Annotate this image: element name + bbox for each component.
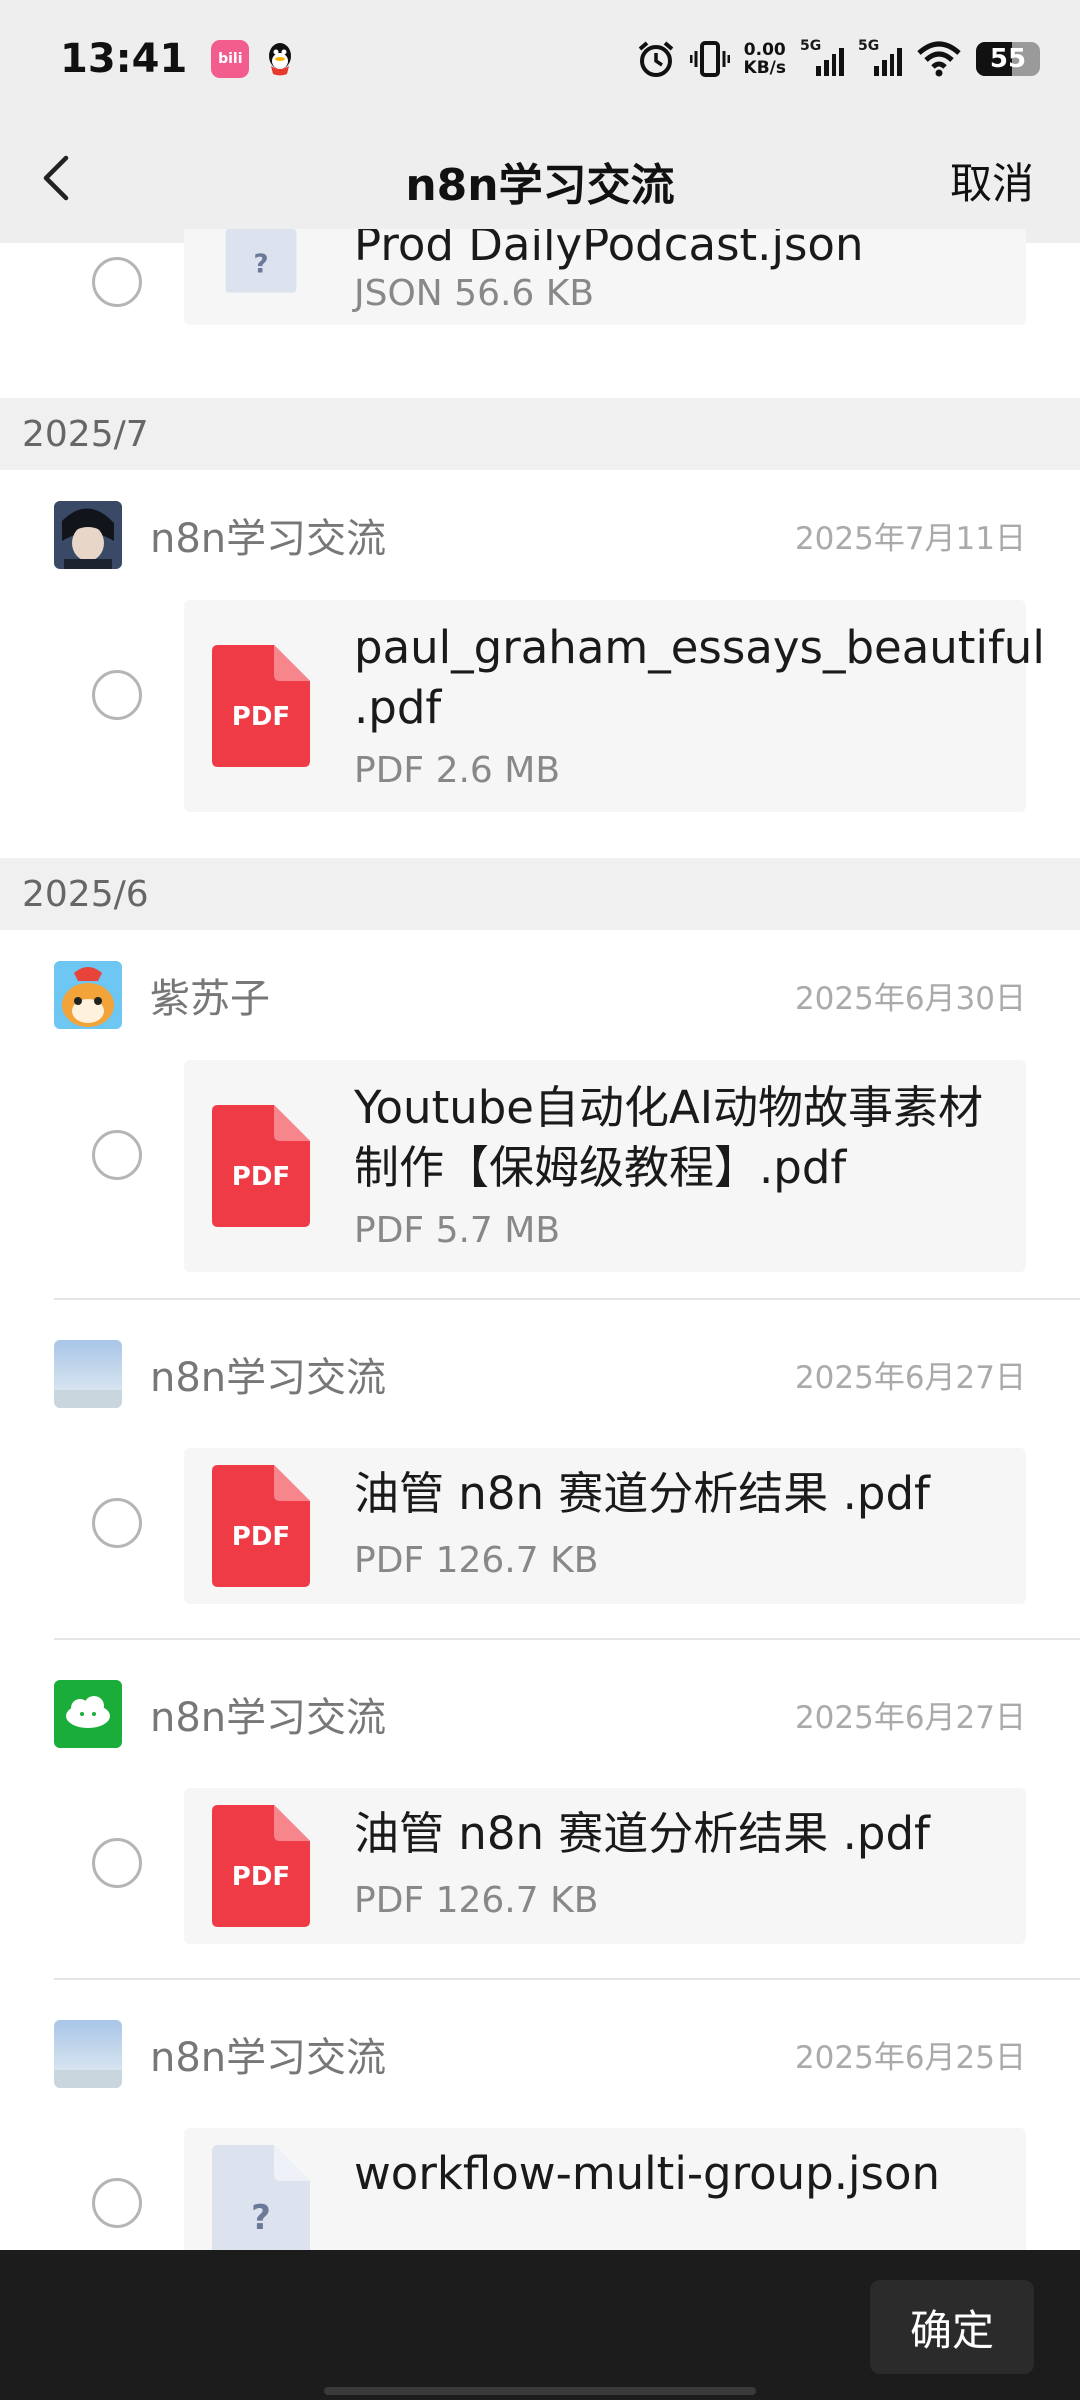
qq-icon bbox=[269, 43, 292, 76]
bottom-action-bar: 确定 bbox=[0, 2250, 1080, 2400]
file-name-line: paul_graham_essays_beautiful bbox=[354, 621, 1045, 674]
signal-1-label: 5G bbox=[800, 38, 822, 54]
avatar bbox=[54, 1680, 122, 1748]
select-radio[interactable] bbox=[92, 1838, 142, 1888]
message-item[interactable]: n8n学习交流 2025年6月27日 PDF 油管 n8n 赛道分析结果 .pd… bbox=[0, 1640, 1080, 1978]
pdf-file-icon: PDF bbox=[212, 1465, 310, 1587]
sender-row: n8n学习交流 2025年6月27日 bbox=[0, 1640, 1080, 1788]
signal-2-label: 5G bbox=[858, 38, 880, 54]
avatar bbox=[54, 961, 122, 1029]
pdf-label: PDF bbox=[232, 1522, 290, 1552]
file-name: workflow-multi-group.json bbox=[354, 2147, 941, 2200]
pdf-file-icon: PDF bbox=[212, 1105, 310, 1227]
vibrate-icon bbox=[689, 41, 730, 77]
pdf-file-icon: PDF bbox=[212, 1805, 310, 1927]
file-name-line: 制作【保姆级教程】.pdf bbox=[354, 1141, 847, 1194]
file-meta: JSON 56.6 KB bbox=[354, 273, 595, 314]
message-date: 2025年6月27日 bbox=[794, 1359, 1026, 1396]
file-card[interactable]: PDF Youtube自动化AI动物故事素材 制作【保姆级教程】.pdf PDF… bbox=[184, 1060, 1026, 1272]
status-right: 0.00 KB/s 5G 5G 55 bbox=[636, 38, 1040, 79]
sender-name: n8n学习交流 bbox=[150, 2035, 387, 2081]
signal-icon: 5G bbox=[800, 38, 844, 76]
sender-name: n8n学习交流 bbox=[150, 1355, 387, 1401]
list-item[interactable]: ? Prod DailyPodcast.json JSON 56.6 KB bbox=[0, 229, 1080, 371]
file-name-line: .pdf bbox=[354, 681, 442, 734]
file-row[interactable]: PDF 油管 n8n 赛道分析结果 .pdf PDF 126.7 KB bbox=[0, 1448, 1080, 1638]
net-speed-unit: KB/s bbox=[743, 58, 786, 78]
message-date: 2025年7月11日 bbox=[794, 520, 1026, 557]
message-item[interactable]: n8n学习交流 2025年7月11日 PDF paul_graham_essay… bbox=[0, 470, 1080, 830]
file-card[interactable]: ? Prod DailyPodcast.json JSON 56.6 KB bbox=[184, 229, 1026, 325]
net-speed-value: 0.00 bbox=[743, 40, 786, 60]
sender-row: 紫苏子 2025年6月30日 bbox=[0, 930, 1080, 1060]
back-arrow-icon[interactable] bbox=[30, 148, 90, 208]
message-date: 2025年6月30日 bbox=[794, 980, 1026, 1017]
file-row[interactable]: PDF Youtube自动化AI动物故事素材 制作【保姆级教程】.pdf PDF… bbox=[0, 1060, 1080, 1298]
message-item[interactable]: 紫苏子 2025年6月30日 PDF Youtube自动化AI动物故事素材 制作… bbox=[0, 930, 1080, 1298]
month-header: 2025/7 bbox=[0, 398, 1080, 470]
select-radio[interactable] bbox=[92, 670, 142, 720]
battery-level: 55 bbox=[989, 44, 1027, 74]
select-radio[interactable] bbox=[92, 1498, 142, 1548]
file-name: paul_graham_essays_beautiful .pdf bbox=[354, 618, 1045, 738]
file-name: Youtube自动化AI动物故事素材 制作【保姆级教程】.pdf bbox=[354, 1078, 1006, 1198]
net-speed: 0.00 KB/s bbox=[744, 41, 786, 77]
pdf-label: PDF bbox=[232, 1862, 290, 1892]
unknown-file-icon: ? bbox=[225, 229, 297, 293]
file-card[interactable]: PDF paul_graham_essays_beautiful .pdf PD… bbox=[184, 600, 1045, 812]
avatar bbox=[54, 2020, 122, 2088]
file-name: 油管 n8n 赛道分析结果 .pdf bbox=[354, 1807, 930, 1860]
nav-bar: n8n学习交流 取消 bbox=[0, 118, 1080, 243]
pdf-label: PDF bbox=[232, 702, 290, 732]
file-card[interactable]: PDF 油管 n8n 赛道分析结果 .pdf PDF 126.7 KB bbox=[184, 1448, 1026, 1604]
page-title: n8n学习交流 bbox=[405, 159, 675, 211]
sender-name: n8n学习交流 bbox=[150, 516, 387, 562]
sender-name: n8n学习交流 bbox=[150, 1695, 387, 1741]
file-row[interactable]: PDF 油管 n8n 赛道分析结果 .pdf PDF 126.7 KB bbox=[0, 1788, 1080, 1978]
file-meta: PDF 126.7 KB bbox=[354, 1540, 599, 1581]
month-header: 2025/6 bbox=[0, 858, 1080, 930]
file-name: 油管 n8n 赛道分析结果 .pdf bbox=[354, 1467, 930, 1520]
unknown-file-glyph: ? bbox=[251, 2198, 271, 2238]
sender-row: n8n学习交流 2025年6月27日 bbox=[0, 1300, 1080, 1448]
select-radio[interactable] bbox=[92, 2178, 142, 2228]
battery-icon: 55 bbox=[976, 42, 1040, 76]
home-indicator[interactable] bbox=[324, 2387, 756, 2395]
pdf-label: PDF bbox=[232, 1162, 290, 1192]
sender-name: 紫苏子 bbox=[150, 976, 270, 1022]
pdf-file-icon: PDF bbox=[212, 645, 310, 767]
signal-icon: 5G bbox=[858, 38, 902, 76]
sender-row: n8n学习交流 2025年6月25日 bbox=[0, 1980, 1080, 2128]
file-meta: PDF 5.7 MB bbox=[354, 1210, 561, 1251]
confirm-button[interactable]: 确定 bbox=[870, 2280, 1034, 2374]
file-meta: PDF 126.7 KB bbox=[354, 1880, 599, 1921]
file-meta: PDF 2.6 MB bbox=[354, 750, 561, 791]
cancel-button[interactable]: 取消 bbox=[950, 150, 1034, 211]
alarm-icon bbox=[638, 41, 673, 77]
file-row[interactable]: PDF paul_graham_essays_beautiful .pdf PD… bbox=[0, 600, 1080, 830]
avatar bbox=[54, 1340, 122, 1408]
status-bar: 13:41 bili 0.00 KB/s 5G 5G 55 bbox=[0, 0, 1080, 118]
select-radio[interactable] bbox=[92, 1130, 142, 1180]
message-item[interactable]: n8n学习交流 2025年6月27日 PDF 油管 n8n 赛道分析结果 .pd… bbox=[0, 1300, 1080, 1638]
avatar bbox=[54, 501, 122, 569]
sender-row: n8n学习交流 2025年7月11日 bbox=[0, 470, 1080, 600]
file-card[interactable]: PDF 油管 n8n 赛道分析结果 .pdf PDF 126.7 KB bbox=[184, 1788, 1026, 1944]
file-name: Prod DailyPodcast.json bbox=[354, 229, 864, 271]
unknown-file-glyph: ? bbox=[253, 249, 268, 279]
wifi-icon bbox=[917, 41, 961, 77]
file-list[interactable]: ? Prod DailyPodcast.json JSON 56.6 KB 20… bbox=[0, 229, 1080, 2318]
file-name-line: Youtube自动化AI动物故事素材 bbox=[354, 1081, 984, 1134]
status-time: 13:41 bbox=[60, 36, 188, 82]
bilibili-icon: bili bbox=[211, 40, 250, 78]
select-radio[interactable] bbox=[92, 257, 142, 307]
message-date: 2025年6月27日 bbox=[794, 1699, 1026, 1736]
json-file-icon: ? bbox=[212, 2145, 310, 2267]
message-date: 2025年6月25日 bbox=[794, 2039, 1026, 2076]
